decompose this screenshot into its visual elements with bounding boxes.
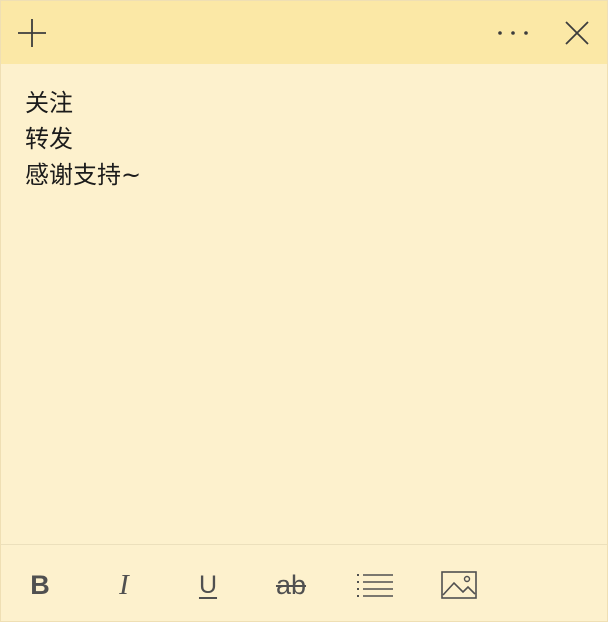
bold-button[interactable]: B [18, 563, 62, 607]
formatting-toolbar: B I U ab [1, 545, 607, 622]
image-icon [441, 571, 477, 599]
note-line-2: 转发 [25, 125, 73, 153]
title-bar [1, 1, 607, 64]
plus-icon [18, 18, 46, 47]
bullet-list-icon [357, 574, 393, 597]
insert-image-button[interactable] [437, 563, 481, 607]
bold-icon: B [30, 570, 50, 600]
bullet-list-button[interactable] [353, 563, 397, 607]
note-line-3: 感谢支持~ [25, 161, 142, 189]
note-line-1: 关注 [25, 89, 73, 117]
note-text-area[interactable]: 关注 转发 感谢支持~ [25, 85, 585, 193]
underline-button[interactable]: U [186, 563, 230, 607]
italic-button[interactable]: I [102, 563, 146, 607]
italic-icon: I [119, 569, 129, 601]
new-note-button[interactable] [4, 1, 60, 64]
ellipsis-icon [498, 30, 528, 35]
close-button[interactable] [549, 1, 605, 64]
underline-icon: U [198, 571, 218, 599]
strikethrough-button[interactable]: ab [269, 563, 313, 607]
close-icon [565, 20, 589, 45]
more-options-button[interactable] [485, 1, 541, 64]
sticky-note-window: 关注 转发 感谢支持~ B I U ab [0, 0, 608, 622]
strikethrough-icon: ab [275, 570, 307, 600]
